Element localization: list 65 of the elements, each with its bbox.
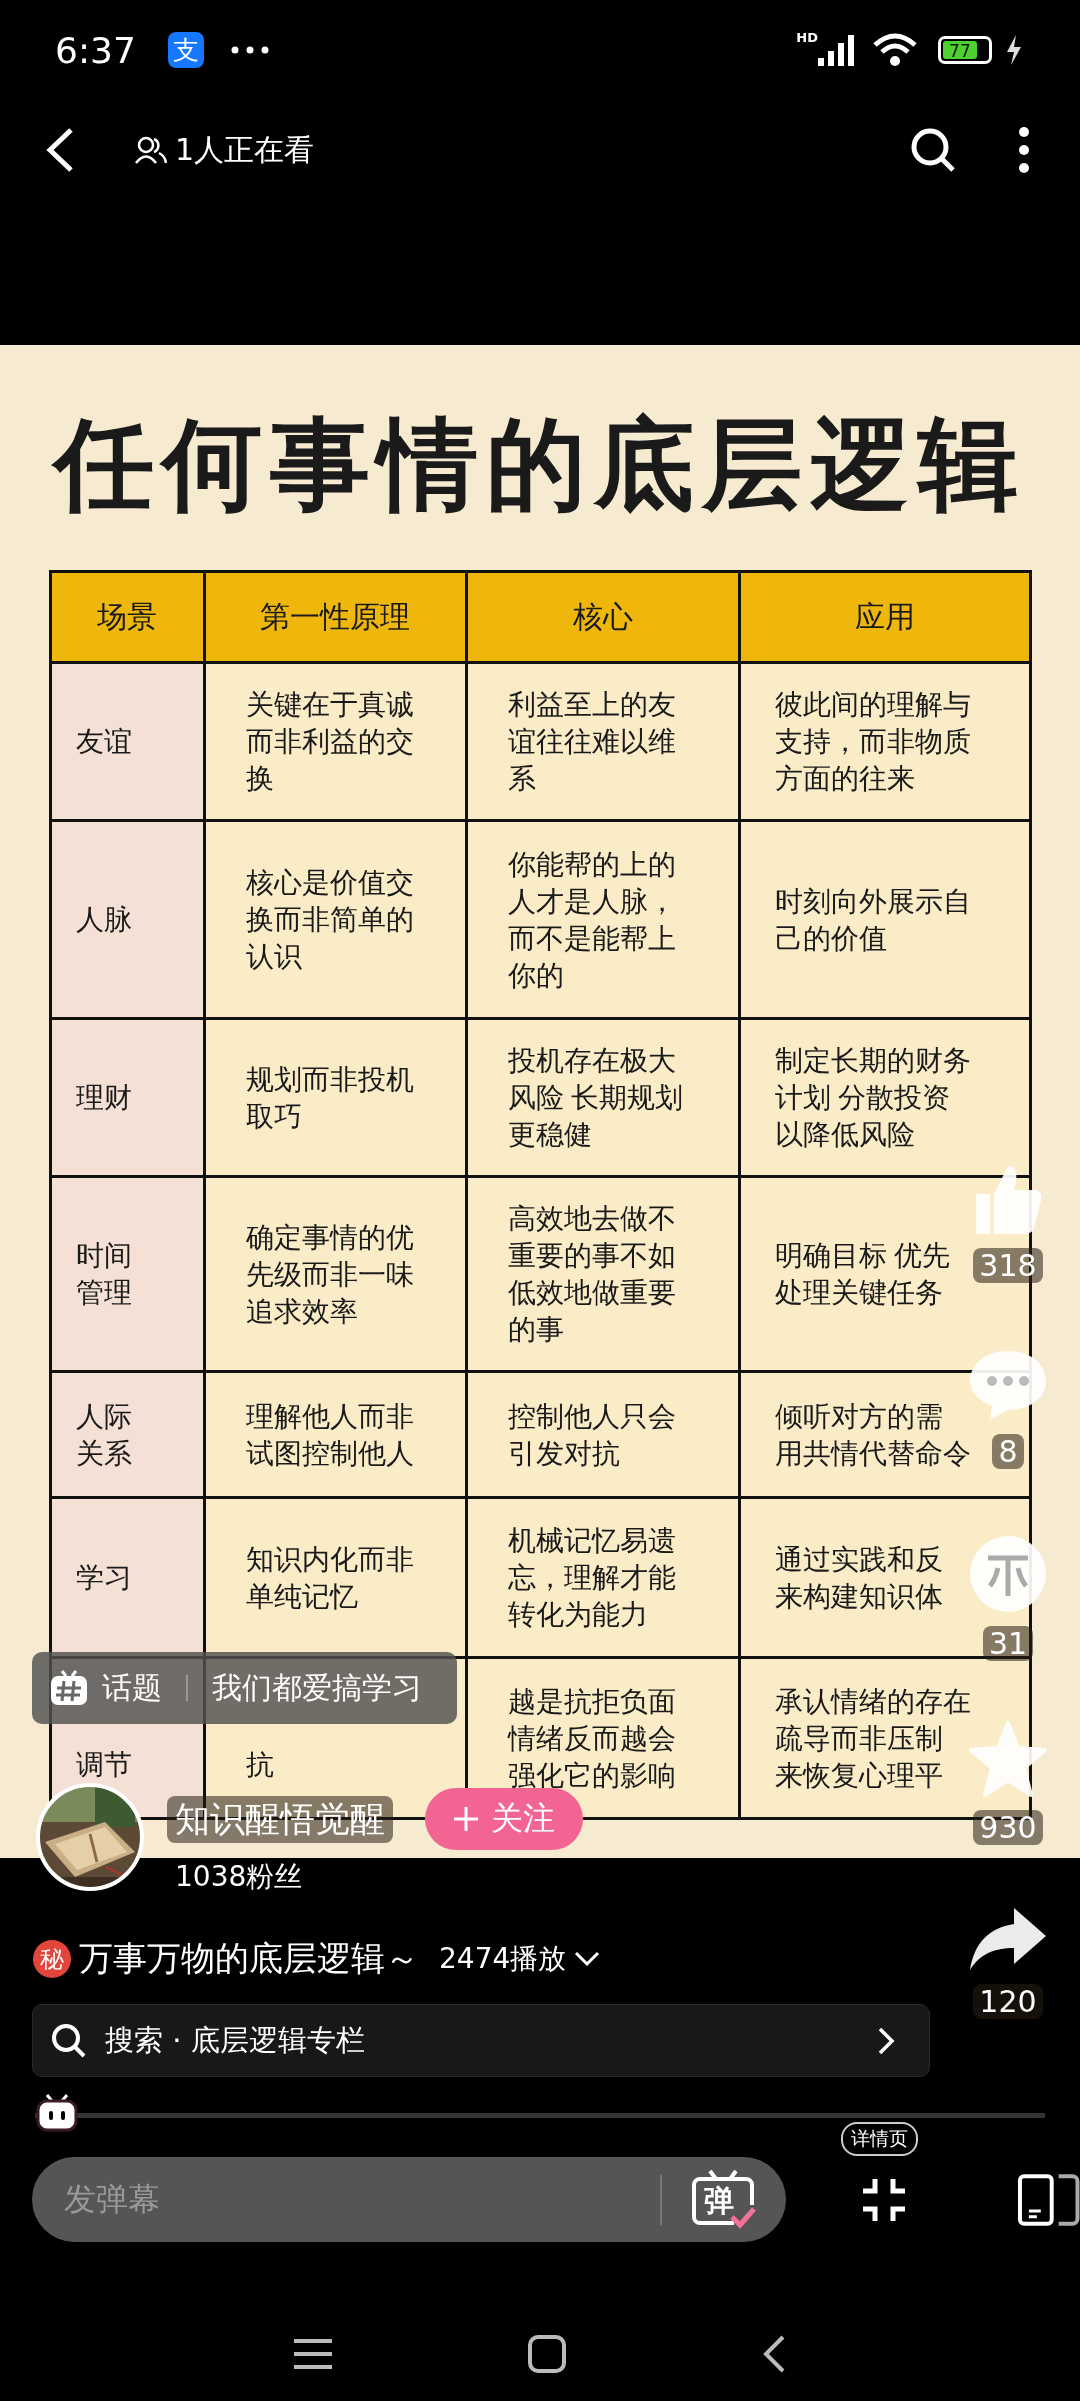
column-header: 核心	[467, 573, 738, 661]
people-icon	[135, 136, 167, 164]
table-cell: 时间管理	[51, 1178, 203, 1370]
secret-badge: 秘	[33, 1940, 71, 1978]
network-label: HD	[796, 30, 818, 45]
table-cell: 机械记忆易遗忘，理解才能转化为能力	[467, 1499, 738, 1656]
chevron-down-icon[interactable]	[574, 1951, 601, 1967]
search-icon[interactable]	[910, 127, 956, 173]
table-cell: 承认情绪的存在疏导而非压制来恢复心理平	[740, 1659, 1029, 1817]
search-icon	[51, 2022, 87, 2059]
topic-name: 我们都爱搞学习	[212, 1668, 422, 1707]
menu-icon[interactable]	[294, 2338, 332, 2370]
viewer-count: 1人正在看	[175, 130, 315, 169]
back-icon[interactable]	[45, 127, 75, 173]
action-count: 31	[982, 1626, 1034, 1661]
table-cell: 高效地去做不重要的事不如低效地做重要的事	[467, 1178, 738, 1370]
chevron-right-icon	[877, 2025, 895, 2056]
table-cell: 关键在于真诚而非利益的交换	[205, 664, 465, 819]
table-cell: 时刻向外展示自己的价值	[740, 822, 1029, 1017]
table-cell: 人际关系	[51, 1373, 203, 1496]
column-header: 应用	[740, 573, 1029, 661]
menu-icon[interactable]	[1018, 127, 1030, 173]
home-icon[interactable]	[527, 2334, 567, 2374]
topic-chip[interactable]: 话题 我们都爱搞学习	[32, 1652, 457, 1724]
table-cell: 确定事情的优先级而非一味追求效率	[205, 1178, 465, 1370]
table-cell: 投机存在极大风险 长期规划更稳健	[467, 1020, 738, 1175]
exit-fullscreen-icon[interactable]	[860, 2176, 907, 2223]
danmaku-input[interactable]: 发弹幕 弹	[32, 2157, 787, 2242]
app-badge: 支	[167, 32, 204, 68]
table-cell: 理财	[51, 1020, 203, 1175]
search-bar[interactable]: 搜索 · 底层逻辑专栏	[32, 2004, 930, 2077]
wifi-icon	[872, 33, 918, 67]
topic-label: 话题	[102, 1668, 162, 1707]
table-cell: 利益至上的友谊往往难以维系	[467, 664, 738, 819]
table-cell: 知识内化而非单纯记忆	[205, 1499, 465, 1656]
play-count[interactable]: 2474播放	[439, 1940, 567, 1978]
portrait-mode-icon[interactable]	[1016, 2172, 1080, 2227]
battery-icon: 77	[938, 36, 992, 64]
table-cell: 人脉	[51, 822, 203, 1017]
video-title: 万事万物的底层逻辑～	[79, 1937, 419, 1980]
progress-thumb[interactable]	[35, 2093, 79, 2133]
table-cell: 规划而非投机取巧	[205, 1020, 465, 1175]
star-icon[interactable]	[968, 1720, 1048, 1798]
status-time: 6:37	[55, 29, 136, 71]
plus-icon	[453, 1806, 479, 1832]
charging-icon	[1006, 35, 1022, 65]
table-cell: 控制他人只会引发对抗	[467, 1373, 738, 1496]
action-count: 8	[992, 1434, 1024, 1469]
share-icon[interactable]	[968, 1906, 1048, 1972]
column-header: 第一性原理	[205, 573, 465, 661]
table-cell: 理解他人而非试图控制他人	[205, 1373, 465, 1496]
more-icon	[229, 45, 270, 55]
column-header: 场景	[51, 573, 203, 661]
details-badge[interactable]: 详情页	[841, 2122, 919, 2156]
table-cell: 你能帮的上的人才是人脉，而不是能帮上你的	[467, 822, 738, 1017]
danmaku-toggle[interactable]: 弹	[690, 2168, 757, 2231]
table-cell: 彼此间的理解与支持，而非物质方面的往来	[740, 664, 1029, 819]
back-icon[interactable]	[762, 2334, 786, 2374]
follower-count: 1038粉丝	[175, 1859, 304, 1895]
table-cell: 制定长期的财务计划 分散投资以降低风险	[740, 1020, 1029, 1175]
table-cell: 友谊	[51, 664, 203, 819]
action-count: 930	[973, 1810, 1043, 1845]
action-count: 120	[973, 1984, 1043, 2019]
hashtag-icon	[50, 1670, 88, 1706]
table-cell: 核心是价值交换而非简单的认识	[205, 822, 465, 1017]
